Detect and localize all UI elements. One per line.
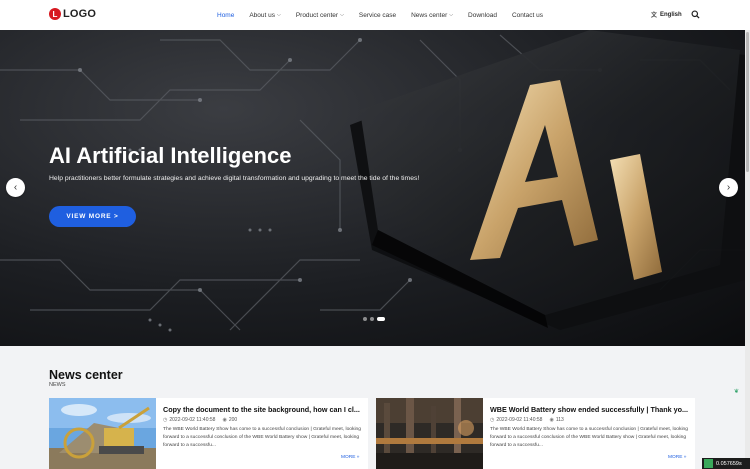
leaf-icon[interactable]: ❦: [734, 388, 739, 395]
carousel-dot[interactable]: [370, 317, 374, 321]
carousel-dot[interactable]: [363, 317, 367, 321]
scrollbar-thumb[interactable]: [746, 32, 749, 172]
nav-item-contact-us[interactable]: Contact us: [512, 12, 543, 19]
chevron-right-icon: ›: [726, 182, 731, 193]
site-logo[interactable]: L LOGO: [49, 8, 96, 20]
nav-item-download[interactable]: Download: [468, 12, 497, 19]
nav-item-news-center[interactable]: News center ⌵: [411, 12, 453, 19]
news-card-meta: ◷ 2022-09-02 11:40:58 ◉ 200: [163, 417, 237, 423]
eye-icon: ◉: [549, 417, 554, 423]
news-card-description: The WBE World Battery Show has come to a…: [163, 427, 361, 448]
news-card-view-count: 113: [555, 417, 564, 423]
clock-icon: ◷: [490, 417, 495, 423]
news-card-date: 2022-09-02 11:40:58: [169, 417, 216, 423]
nav-label: News center: [411, 11, 448, 19]
logo-text: LOGO: [63, 8, 97, 20]
news-card-more-link[interactable]: MORE »: [341, 455, 359, 460]
search-icon[interactable]: [691, 10, 700, 19]
news-card-image[interactable]: [376, 398, 483, 469]
main-nav: Home About us ⌵ Product center ⌵ Service c…: [217, 0, 558, 30]
chevron-down-icon: ⌵: [449, 12, 454, 18]
eye-icon: ◉: [222, 417, 227, 423]
debug-timer-badge: 0.057659s: [702, 458, 750, 469]
timer-text: 0.057659s: [716, 460, 742, 467]
clock-icon: ◷: [163, 417, 168, 423]
nav-item-home[interactable]: Home: [217, 12, 234, 19]
view-more-button[interactable]: VIEW MORE >: [49, 206, 136, 227]
hero-banner: AI Artificial Intelligence Help practiti…: [0, 30, 745, 346]
timer-icon: [704, 459, 713, 468]
news-card-title[interactable]: Copy the document to the site background…: [163, 405, 361, 414]
excavator-photo: [49, 398, 156, 469]
news-card-title[interactable]: WBE World Battery show ended successfull…: [490, 405, 688, 414]
nav-label: Download: [468, 11, 497, 19]
chevron-down-icon: ⌵: [340, 12, 344, 18]
nav-item-about-us[interactable]: About us ⌵: [249, 12, 280, 19]
nav-label: About us: [249, 11, 276, 19]
nav-label: Contact us: [511, 11, 544, 19]
language-label: English: [660, 11, 682, 18]
language-switcher[interactable]: 文 English: [651, 10, 682, 20]
chevron-down-icon: ⌵: [277, 12, 281, 18]
carousel-dot-active[interactable]: [377, 317, 385, 321]
hero-subtitle: Help practitioners better formulate stra…: [49, 175, 420, 182]
news-section-title: News center: [49, 368, 123, 382]
nav-label: Product center: [295, 11, 339, 19]
nav-item-service-case[interactable]: Service case: [359, 12, 396, 19]
news-card-views: ◉ 113: [549, 417, 563, 423]
nav-label: Service case: [358, 11, 397, 19]
carousel-prev-button[interactable]: ‹: [6, 178, 25, 197]
news-card-views: ◉ 200: [222, 417, 237, 423]
news-card-view-count: 200: [228, 417, 238, 423]
news-card[interactable]: Copy the document to the site background…: [49, 398, 368, 469]
site-header: L LOGO Home About us ⌵ Product center ⌵ Se…: [0, 0, 750, 30]
carousel-dots: [363, 317, 388, 321]
news-card-description: The WBE World Battery Show has come to a…: [490, 427, 688, 448]
news-card-meta: ◷ 2022-09-02 11:40:58 ◉ 113: [490, 417, 564, 423]
page-scrollbar[interactable]: [745, 30, 750, 469]
logo-mark-icon: L: [49, 8, 61, 20]
carousel-next-button[interactable]: ›: [719, 178, 738, 197]
news-card-image[interactable]: [49, 398, 156, 469]
page: L LOGO Home About us ⌵ Product center ⌵ Se…: [0, 0, 750, 469]
chevron-left-icon: ‹: [13, 182, 18, 193]
translate-icon: 文: [651, 13, 658, 19]
news-section-subtitle: NEWS: [49, 382, 66, 388]
nav-item-product-center[interactable]: Product center ⌵: [296, 12, 344, 19]
factory-photo: [376, 398, 483, 469]
news-card-more-link[interactable]: MORE »: [668, 455, 686, 460]
news-card[interactable]: WBE World Battery show ended successfull…: [376, 398, 695, 469]
news-card-date: 2022-09-02 11:40:58: [496, 417, 543, 423]
circuit-board-illustration: [0, 30, 745, 332]
hero-title: AI Artificial Intelligence: [49, 143, 292, 168]
nav-label: Home: [217, 11, 235, 19]
